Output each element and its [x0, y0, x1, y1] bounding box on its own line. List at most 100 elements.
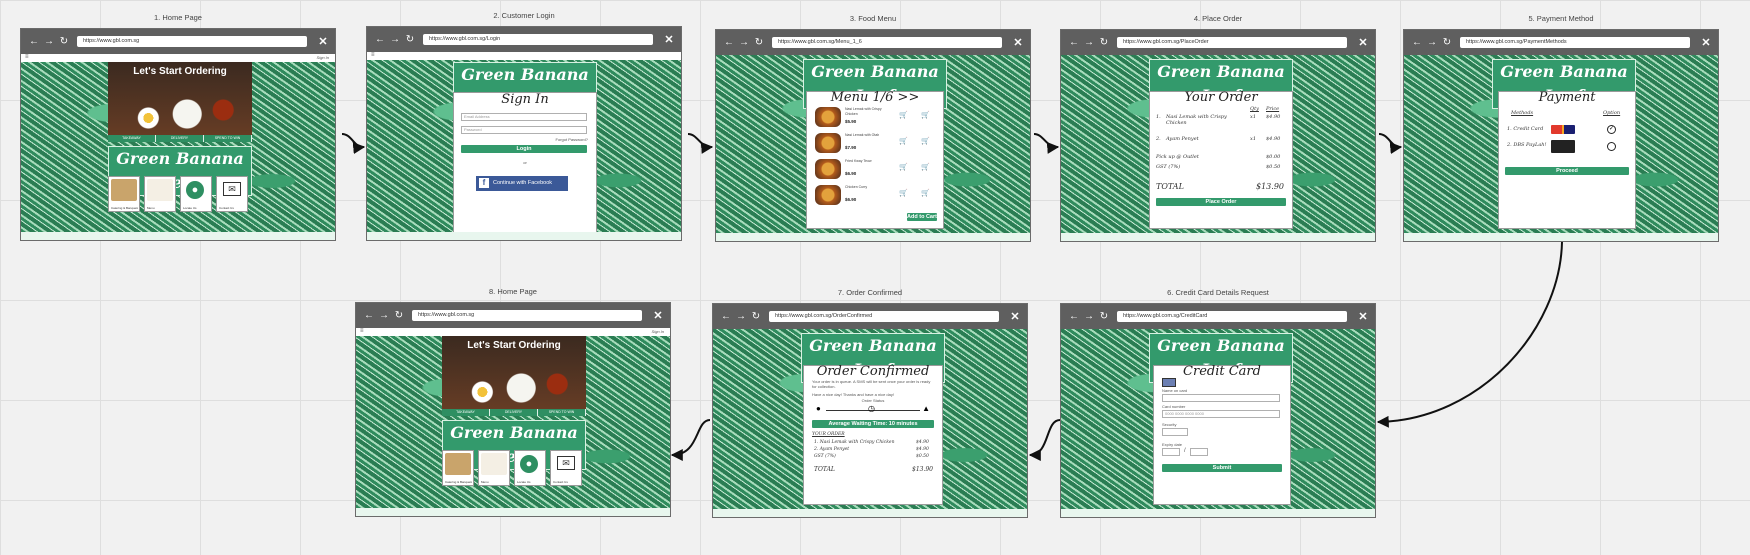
paylah-radio[interactable] — [1607, 142, 1616, 151]
takeaway-tab[interactable]: TAKEAWAY — [442, 409, 490, 416]
proceed-button[interactable]: Proceed — [1505, 167, 1629, 175]
hamburger-icon[interactable]: ≡ — [25, 54, 29, 60]
url-bar[interactable]: https://www.gbl.com.sg/OrderConfirmed — [769, 311, 999, 322]
order-item-name: Ayam Penyet — [1166, 136, 1199, 142]
tile-locate[interactable]: ● Locate Us — [180, 176, 212, 212]
login-button[interactable]: Login — [461, 145, 587, 153]
order-status-tracker: ● ◷ ▲ — [816, 404, 930, 416]
refresh-icon[interactable]: ↻ — [1440, 37, 1454, 48]
refresh-icon[interactable]: ↻ — [1097, 37, 1111, 48]
cart-icon[interactable]: 🛒 — [921, 163, 930, 171]
url-bar[interactable]: https://www.gbl.com.sg/PaymentMethods — [1460, 37, 1690, 48]
menu-item[interactable]: Chicken Curry $6.90 🛒 🛒 — [815, 184, 935, 208]
tile-menu[interactable]: Menu — [478, 450, 510, 486]
takeaway-tab[interactable]: TAKEAWAY — [108, 135, 156, 142]
tile-contact[interactable]: ✉ Contact Us — [550, 450, 582, 486]
back-icon[interactable]: ← — [27, 36, 41, 47]
delivery-tab[interactable]: DELIVERY — [490, 409, 538, 416]
security-label: Security — [1162, 422, 1177, 427]
refresh-icon[interactable]: ↻ — [392, 310, 406, 321]
cart-icon[interactable]: 🛒 — [921, 111, 930, 119]
forward-icon[interactable]: → — [1082, 311, 1096, 322]
refresh-icon[interactable]: ↻ — [1097, 311, 1111, 322]
hamburger-icon[interactable]: ≡ — [371, 52, 375, 58]
forward-icon[interactable]: → — [377, 310, 391, 321]
close-icon[interactable]: ✕ — [650, 309, 666, 322]
spend-to-win-tab[interactable]: SPEND TO WIN — [538, 409, 586, 416]
menu-item[interactable]: Nasi Lemak with Crispy Chicken $5.90 🛒 🛒 — [815, 106, 935, 130]
password-field[interactable]: Password — [461, 126, 587, 134]
tile-locate[interactable]: ● Locate Us — [514, 450, 546, 486]
forward-icon[interactable]: → — [388, 34, 402, 45]
tile-contact[interactable]: ✉ Contact Us — [216, 176, 248, 212]
submit-button[interactable]: Submit — [1162, 464, 1282, 472]
tile-menu[interactable]: Menu — [144, 176, 176, 212]
hamburger-icon[interactable]: ≡ — [360, 328, 364, 334]
back-icon[interactable]: ← — [1067, 311, 1081, 322]
frame-food-menu: 3. Food Menu ← → ↻ https://www.gbl.com.s… — [715, 14, 1031, 242]
back-icon[interactable]: ← — [719, 311, 733, 322]
menu-item[interactable]: Nasi Lemak with Otah $7.90 🛒 🛒 — [815, 132, 935, 156]
leaf-background: Let's Start Ordering TAKEAWAY DELIVERY S… — [356, 336, 670, 508]
cart-icon[interactable]: 🛒 — [899, 163, 908, 171]
close-icon[interactable]: ✕ — [1355, 36, 1371, 49]
close-icon[interactable]: ✕ — [661, 33, 677, 46]
credit-card-radio[interactable]: ✓ — [1607, 125, 1616, 134]
forward-icon[interactable]: → — [734, 311, 748, 322]
refresh-icon[interactable]: ↻ — [403, 34, 417, 45]
card-number-field[interactable]: 0000 0000 0000 0000 — [1162, 410, 1280, 418]
close-icon[interactable]: ✕ — [1355, 310, 1371, 323]
frame-order-confirmed: 7. Order Confirmed ← → ↻ https://www.gbl… — [712, 288, 1028, 518]
back-icon[interactable]: ← — [1067, 37, 1081, 48]
back-icon[interactable]: ← — [373, 34, 387, 45]
cart-icon[interactable]: 🛒 — [921, 189, 930, 197]
methods-header: Methods — [1511, 110, 1534, 116]
url-bar[interactable]: https://www.gbl.com.sg/CreditCard — [1117, 311, 1347, 322]
confirmed-gst-price: $0.50 — [916, 454, 929, 459]
back-icon[interactable]: ← — [1410, 37, 1424, 48]
cart-icon[interactable]: 🛒 — [899, 137, 908, 145]
expiry-year-field[interactable] — [1190, 448, 1208, 456]
frame-title: 6. Credit Card Details Request — [1167, 288, 1269, 297]
back-icon[interactable]: ← — [722, 37, 736, 48]
confirmation-card: Order Confirmed Your order is in queue. … — [803, 364, 943, 505]
close-icon[interactable]: ✕ — [1007, 310, 1023, 323]
forward-icon[interactable]: → — [42, 36, 56, 47]
menu-item[interactable]: Fried Kway Teow $6.90 🛒 🛒 — [815, 158, 935, 182]
place-order-button[interactable]: Place Order — [1156, 198, 1286, 206]
cart-icon[interactable]: 🛒 — [899, 111, 908, 119]
facebook-button[interactable]: f Continue with Facebook — [476, 176, 568, 191]
forward-icon[interactable]: → — [1425, 37, 1439, 48]
refresh-icon[interactable]: ↻ — [749, 311, 763, 322]
close-icon[interactable]: ✕ — [315, 35, 331, 48]
refresh-icon[interactable]: ↻ — [752, 37, 766, 48]
close-icon[interactable]: ✕ — [1698, 36, 1714, 49]
hero-tabs: TAKEAWAY DELIVERY SPEND TO WIN — [442, 409, 586, 416]
leaf-background: Green Banana Leaf Your Order Qty Price 1… — [1061, 55, 1375, 233]
close-icon[interactable]: ✕ — [1010, 36, 1026, 49]
spend-to-win-tab[interactable]: SPEND TO WIN — [204, 135, 252, 142]
sign-in-link[interactable]: Sign In — [317, 55, 329, 60]
cart-icon[interactable]: 🛒 — [921, 137, 930, 145]
add-to-cart-button[interactable]: Add to Cart — [907, 213, 937, 221]
back-icon[interactable]: ← — [362, 310, 376, 321]
forward-icon[interactable]: → — [1082, 37, 1096, 48]
url-bar[interactable]: https://www.gbl.com.sg — [412, 310, 642, 321]
forgot-password-link[interactable]: Forgot Password? — [556, 137, 588, 142]
tile-catering[interactable]: Catering & Banquets — [108, 176, 140, 212]
url-bar[interactable]: https://www.gbl.com.sg/Login — [423, 34, 653, 45]
sign-in-link[interactable]: Sign In — [652, 329, 664, 334]
url-bar[interactable]: https://www.gbl.com.sg — [77, 36, 307, 47]
delivery-tab[interactable]: DELIVERY — [156, 135, 204, 142]
item-desc: Chicken Curry — [845, 185, 868, 189]
expiry-month-field[interactable] — [1162, 448, 1180, 456]
security-code-field[interactable] — [1162, 428, 1188, 436]
refresh-icon[interactable]: ↻ — [57, 36, 71, 47]
forward-icon[interactable]: → — [737, 37, 751, 48]
cart-icon[interactable]: 🛒 — [899, 189, 908, 197]
url-bar[interactable]: https://www.gbl.com.sg/Menu_1_6 — [772, 37, 1002, 48]
tile-catering[interactable]: Catering & Banquets — [442, 450, 474, 486]
name-on-card-field[interactable] — [1162, 394, 1280, 402]
email-field[interactable]: Email Address — [461, 113, 587, 121]
url-bar[interactable]: https://www.gbl.com.sg/PlaceOrder — [1117, 37, 1347, 48]
